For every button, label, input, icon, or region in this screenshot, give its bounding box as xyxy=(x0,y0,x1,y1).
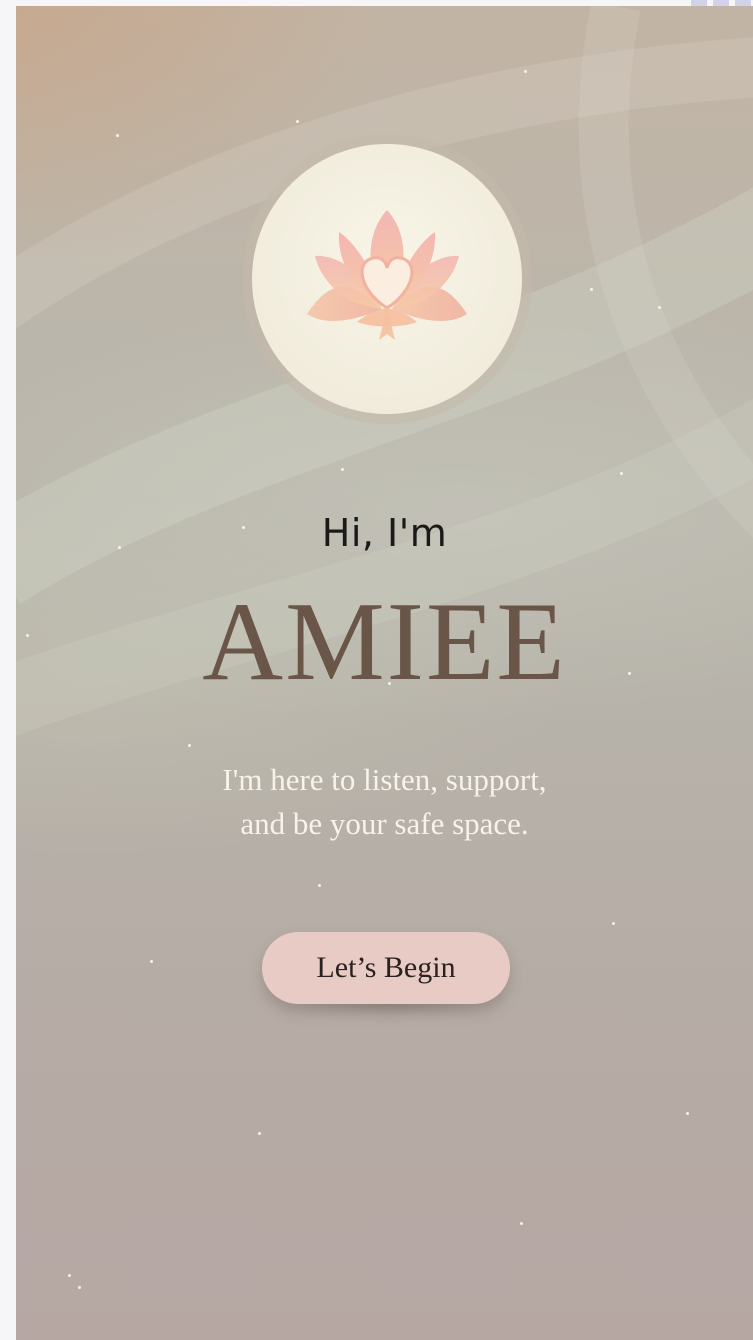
logo-badge xyxy=(242,134,532,424)
tagline-line-2: and be your safe space. xyxy=(240,806,529,841)
greeting-text: Hi, I'm xyxy=(321,511,448,555)
app-title: AMIEE xyxy=(202,580,567,704)
lets-begin-button[interactable]: Let’s Begin xyxy=(262,932,510,1004)
tagline-line-1: I'm here to listen, support, xyxy=(222,762,547,797)
tagline: I'm here to listen, support, and be your… xyxy=(16,758,753,846)
logo-disc xyxy=(252,144,522,414)
welcome-screen: Hi, I'm AMIEE I'm here to listen, suppor… xyxy=(16,6,753,1340)
lotus-heart-icon xyxy=(307,210,467,340)
